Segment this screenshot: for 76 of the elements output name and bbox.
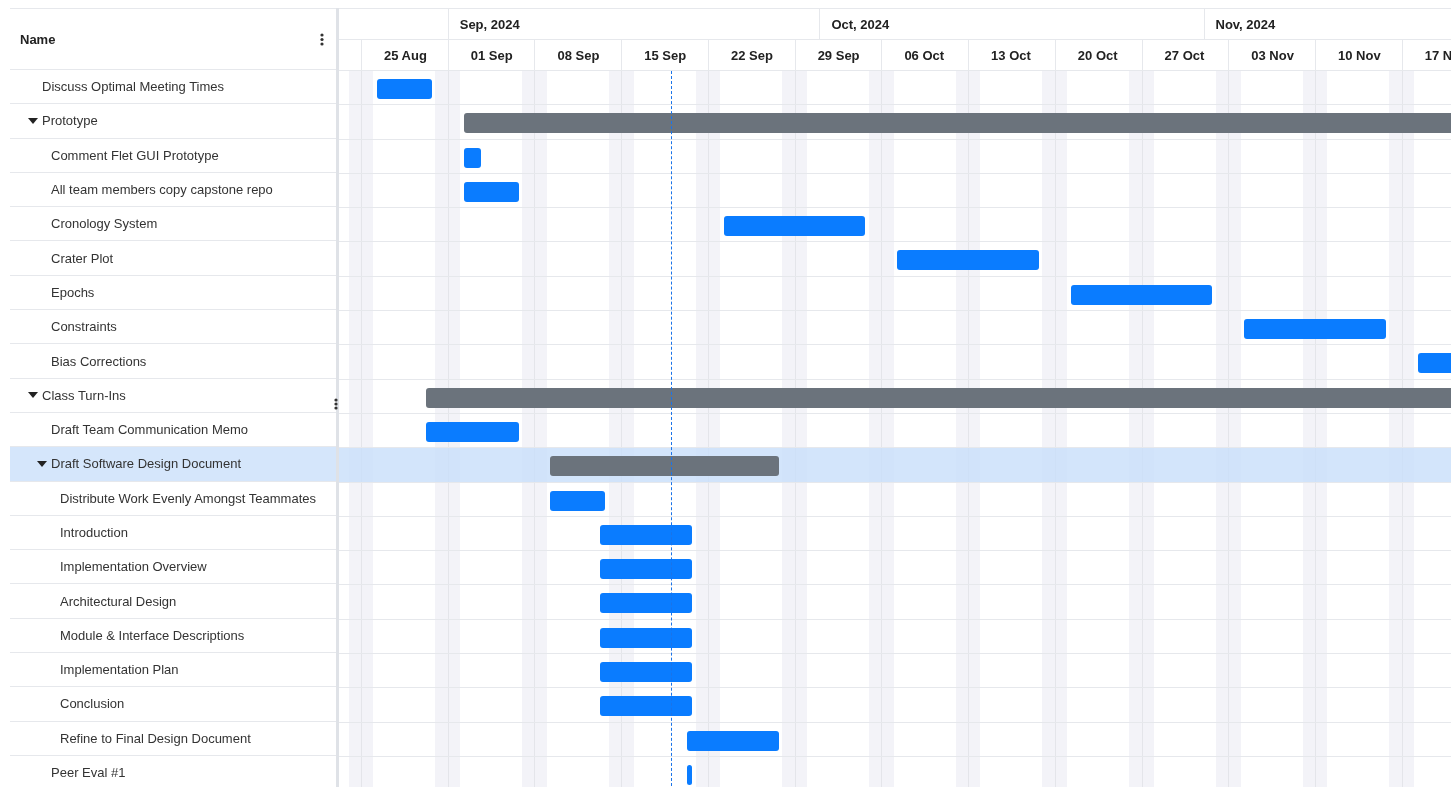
task-row[interactable]: Refine to Final Design Document [10, 721, 336, 756]
task-bar[interactable] [599, 662, 692, 683]
task-name: Peer Eval #1 [51, 765, 126, 781]
week-label: 01 Sep [447, 40, 536, 70]
task-bar[interactable] [426, 421, 519, 442]
task-row[interactable]: Constraints [10, 310, 336, 345]
column-header: Name [20, 31, 56, 47]
task-row[interactable]: Prototype [10, 104, 336, 139]
task-name: Introduction [60, 525, 128, 540]
task-name: Module & Interface Descriptions [60, 627, 245, 643]
task-name: Bias Corrections [51, 353, 147, 369]
task-bar[interactable] [897, 250, 1039, 271]
task-name: Class Turn-Ins [42, 387, 126, 403]
week-label: 10 Nov [1315, 40, 1403, 70]
task-row[interactable]: Crater Plot [10, 241, 336, 276]
summary-bar[interactable] [550, 456, 779, 477]
task-bar[interactable] [599, 627, 692, 648]
task-row[interactable]: Introduction [10, 515, 336, 551]
task-name: Distribute Work Evenly Amongst Teammates [60, 490, 316, 506]
task-row[interactable]: Conclusion [10, 687, 336, 722]
task-name: Implementation Plan [60, 662, 179, 678]
task-name: Constraints [51, 319, 117, 335]
task-name: Cronology System [51, 216, 158, 232]
task-name: Implementation Overview [60, 559, 207, 575]
week-label: 15 Sep [621, 40, 709, 70]
task-name: Prototype [42, 113, 98, 129]
task-bar[interactable] [686, 730, 779, 751]
week-label: 06 Oct [881, 40, 970, 70]
splitter-handle[interactable] [336, 8, 339, 787]
task-bar[interactable] [1070, 284, 1213, 305]
week-label: 17 N [1401, 40, 1451, 70]
task-name: Architectural Design [60, 593, 177, 609]
task-row[interactable]: Bias Corrections [10, 344, 336, 379]
task-row[interactable]: Draft Software Design Document [10, 447, 336, 482]
task-bar[interactable] [599, 559, 692, 580]
task-row[interactable]: All team members copy capstone repo [10, 172, 336, 208]
task-row[interactable]: Epochs [10, 275, 336, 311]
week-label: 27 Oct [1141, 40, 1230, 70]
task-name: Draft Team Communication Memo [51, 422, 248, 438]
task-name: Discuss Optimal Meeting Times [42, 79, 225, 95]
task-name: Comment Flet GUI Prototype [51, 147, 219, 163]
task-row[interactable]: Implementation Plan [10, 653, 336, 688]
week-label: 25 Aug [361, 40, 449, 70]
task-bar[interactable] [550, 490, 606, 511]
task-row[interactable]: Cronology System [10, 207, 336, 242]
task-name: Draft Software Design Document [51, 456, 242, 472]
task-name: All team members copy capstone repo [51, 182, 273, 198]
week-label: 08 Sep [534, 40, 623, 70]
task-bar[interactable] [599, 696, 692, 717]
week-label: 13 Oct [968, 40, 1056, 70]
month-label: Sep, 2024 [447, 9, 520, 39]
task-name: Conclusion [60, 696, 125, 712]
task-row[interactable]: Distribute Work Evenly Amongst Teammates [10, 481, 336, 516]
task-name: Crater Plot [51, 250, 114, 266]
task-row[interactable]: Discuss Optimal Meeting Times [10, 70, 336, 105]
task-bar[interactable] [376, 79, 432, 99]
task-name: Refine to Final Design Document [60, 730, 251, 746]
month-label: Nov, 2024 [1203, 9, 1276, 39]
week-label: 29 Sep [794, 40, 883, 70]
task-row[interactable]: Module & Interface Descriptions [10, 618, 336, 654]
task-row[interactable]: Comment Flet GUI Prototype [10, 138, 336, 173]
task-row[interactable]: Architectural Design [10, 584, 336, 619]
week-label: 20 Oct [1054, 40, 1143, 70]
more-icon[interactable] [318, 32, 326, 46]
task-bar[interactable] [1244, 319, 1386, 340]
week-label: 22 Sep [707, 40, 796, 70]
task-bar[interactable] [723, 216, 866, 237]
task-bar[interactable] [599, 524, 692, 545]
task-bar[interactable] [599, 593, 692, 614]
month-label: Oct, 2024 [819, 9, 890, 39]
task-row[interactable]: Implementation Overview [10, 550, 336, 585]
task-name: Epochs [51, 284, 95, 300]
task-bar[interactable] [686, 764, 692, 785]
task-bar[interactable] [463, 147, 482, 168]
task-bar[interactable] [463, 181, 519, 202]
week-label: 03 Nov [1228, 40, 1316, 70]
